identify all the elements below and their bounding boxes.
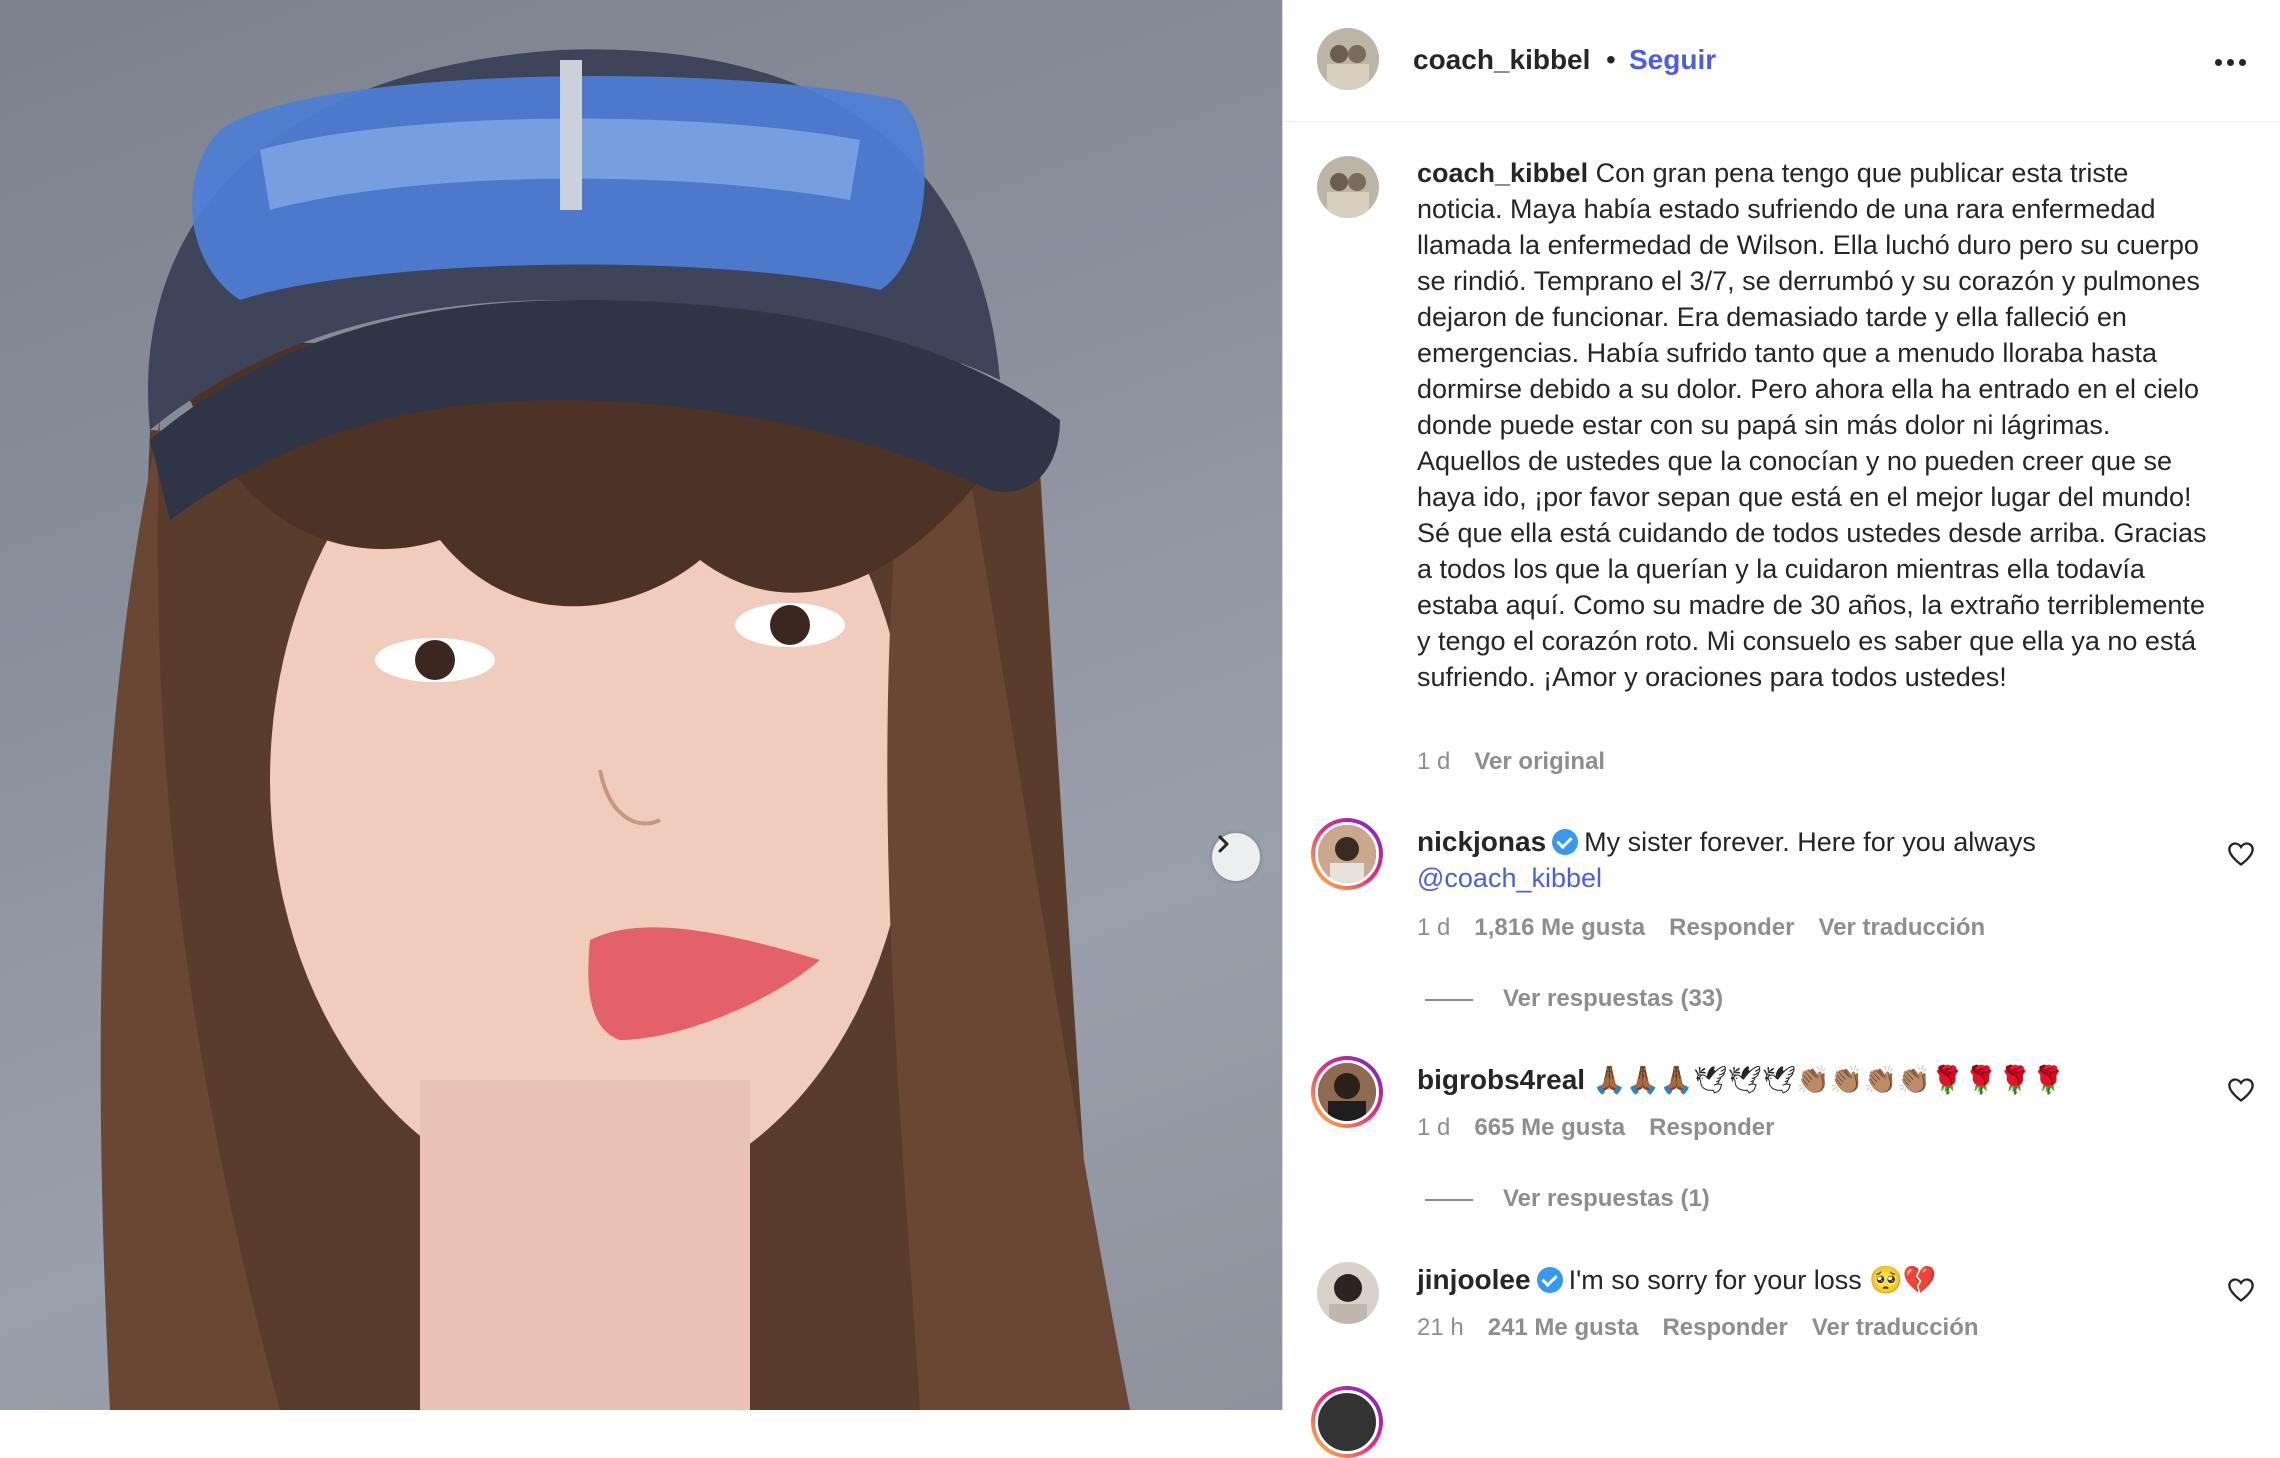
caption-time[interactable]: 1 d: [1417, 748, 1450, 775]
comment-avatar[interactable]: [1311, 1056, 1383, 1128]
comment-avatar[interactable]: [1311, 818, 1383, 890]
comment-meta: 1 d 1,816 Me gusta Responder Ver traducción: [1417, 914, 1985, 942]
post-header: coach_kibbel • Seguir: [1283, 0, 2280, 122]
caption-username[interactable]: coach_kibbel: [1417, 158, 1588, 188]
view-replies-button[interactable]: Ver respuestas (1): [1425, 1185, 1710, 1213]
replies-divider: [1425, 1198, 1473, 1201]
comment-text: I'm so sorry for your loss 🥺💔: [1568, 1265, 1937, 1295]
comment-time[interactable]: 21 h: [1417, 1314, 1464, 1341]
post-details-panel: coach_kibbel • Seguir coach_kibbel Con g…: [1282, 0, 2280, 1458]
view-replies-label[interactable]: Ver respuestas (1): [1503, 1185, 1710, 1212]
comment-body: bigrobs4real 🙏🏾🙏🏾🙏🏾🕊🕊🕊👏🏽👏🏽👏🏽👏🏽🌹🌹🌹🌹: [1417, 1062, 2187, 1098]
comment-meta: 1 d 665 Me gusta Responder: [1417, 1114, 1774, 1142]
next-media-button[interactable]: [1212, 833, 1260, 881]
comment-likes[interactable]: 665 Me gusta: [1474, 1114, 1625, 1141]
comment-username[interactable]: nickjonas: [1417, 826, 1546, 857]
comment-body: jinjoolee I'm so sorry for your loss 🥺💔: [1417, 1262, 2187, 1298]
comment-username[interactable]: bigrobs4real: [1417, 1064, 1585, 1095]
more-options-icon[interactable]: [2205, 42, 2255, 82]
comment-text: My sister forever. Here for you always: [1584, 827, 2036, 857]
see-original-button[interactable]: Ver original: [1474, 748, 1605, 775]
comment-mention[interactable]: @coach_kibbel: [1417, 863, 1602, 893]
heart-outline-icon[interactable]: [2227, 840, 2255, 868]
author-avatar[interactable]: [1317, 28, 1379, 90]
comment-avatar[interactable]: [1311, 1386, 1383, 1458]
caption-meta: 1 d Ver original: [1417, 748, 1605, 776]
comment-body: nickjonas My sister forever. Here for you…: [1417, 824, 2187, 896]
verified-badge-icon: [1552, 829, 1579, 855]
author-username[interactable]: coach_kibbel: [1413, 44, 1590, 76]
comment-likes[interactable]: 1,816 Me gusta: [1474, 914, 1645, 941]
header-separator: •: [1606, 44, 1616, 75]
chevron-right-icon: [1218, 835, 1229, 853]
heart-outline-icon[interactable]: [2227, 1076, 2255, 1104]
caption-avatar[interactable]: [1317, 156, 1379, 218]
comment-time[interactable]: 1 d: [1417, 1114, 1450, 1141]
post-media[interactable]: [0, 0, 1282, 1410]
comment-avatar[interactable]: [1317, 1262, 1379, 1324]
comment-text: 🙏🏾🙏🏾🙏🏾🕊🕊🕊👏🏽👏🏽👏🏽👏🏽🌹🌹🌹🌹: [1592, 1065, 2066, 1095]
post-caption: coach_kibbel Con gran pena tengo que pub…: [1417, 155, 2217, 695]
view-replies-button[interactable]: Ver respuestas (33): [1425, 985, 1723, 1013]
comment-meta: 21 h 241 Me gusta Responder Ver traducción: [1417, 1314, 1979, 1342]
reply-button[interactable]: Responder: [1669, 914, 1794, 941]
heart-outline-icon[interactable]: [2227, 1276, 2255, 1304]
comment-likes[interactable]: 241 Me gusta: [1488, 1314, 1639, 1341]
reply-button[interactable]: Responder: [1649, 1114, 1774, 1141]
reply-button[interactable]: Responder: [1662, 1314, 1787, 1341]
post-photo: [100, 49, 1130, 1410]
caption-text: Con gran pena tengo que publicar esta tr…: [1417, 158, 2207, 692]
verified-badge-icon: [1536, 1267, 1563, 1293]
comment-username[interactable]: jinjoolee: [1417, 1264, 1531, 1295]
translate-button[interactable]: Ver traducción: [1812, 1314, 1979, 1341]
follow-button[interactable]: Seguir: [1629, 44, 1716, 76]
view-replies-label[interactable]: Ver respuestas (33): [1503, 985, 1723, 1012]
translate-button[interactable]: Ver traducción: [1818, 914, 1985, 941]
replies-divider: [1425, 998, 1473, 1001]
comment-time[interactable]: 1 d: [1417, 914, 1450, 941]
